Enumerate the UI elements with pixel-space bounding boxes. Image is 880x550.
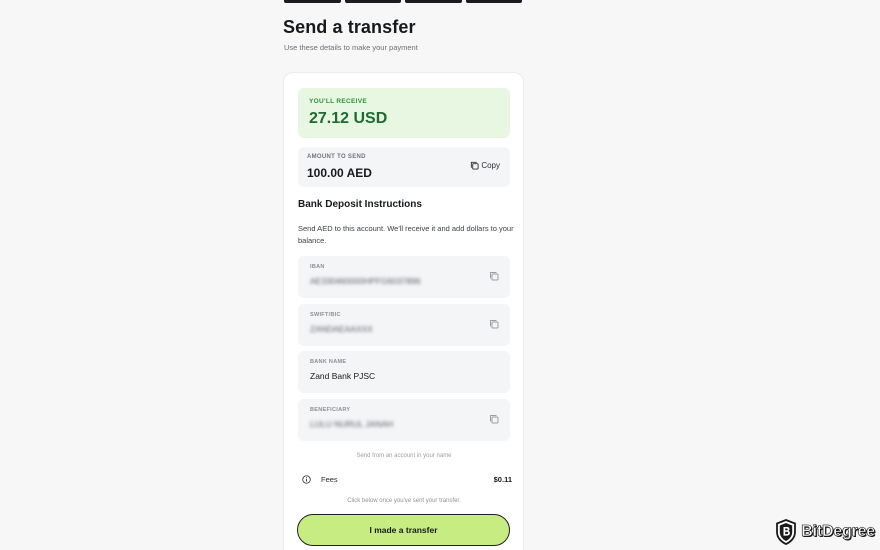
copy-icon	[471, 161, 479, 170]
swift-field: SWIFT/BIC ZANDAEAAXXX	[298, 304, 510, 346]
made-transfer-button[interactable]: I made a transfer	[297, 514, 510, 546]
swift-value: ZANDAEAAXXX	[310, 324, 373, 334]
progress-step	[405, 0, 462, 3]
watermark: BitDegree	[775, 519, 875, 545]
send-from-note: Send from an account in your name	[356, 453, 452, 459]
progress-step	[284, 0, 341, 3]
transfer-card: YOU'LL RECEIVE 27.12 USD AMOUNT TO SEND …	[283, 72, 524, 550]
copy-icon[interactable]	[489, 414, 499, 424]
receive-label: YOU'LL RECEIVE	[309, 98, 367, 105]
click-below-note: Click below once you've sent your transf…	[347, 498, 461, 504]
page-subtitle: Use these details to make your payment	[284, 43, 418, 52]
watermark-text: BitDegree	[801, 523, 876, 541]
progress-steps	[284, 0, 522, 3]
page-title: Send a transfer	[283, 17, 416, 37]
iban-label: IBAN	[310, 264, 325, 270]
amount-value: 100.00 AED	[307, 166, 372, 180]
fees-row: Fees $0.11	[302, 472, 512, 486]
beneficiary-label: BENEFICIARY	[310, 407, 351, 413]
amount-label: AMOUNT TO SEND	[307, 154, 366, 160]
swift-label: SWIFT/BIC	[310, 312, 341, 318]
beneficiary-value: LULU NURUL JANAH	[310, 419, 394, 429]
fees-label: Fees	[321, 474, 338, 484]
copy-icon[interactable]	[489, 271, 499, 281]
fees-amount: $0.11	[493, 474, 512, 484]
beneficiary-field: BENEFICIARY LULU NURUL JANAH	[298, 399, 510, 441]
instructions-text: Send AED to this account. We'll receive …	[298, 224, 514, 245]
amount-box: AMOUNT TO SEND 100.00 AED Copy	[298, 147, 510, 187]
bitdegree-logo-icon	[776, 519, 797, 545]
copy-amount-button[interactable]: Copy	[470, 161, 500, 170]
bank-name-field: BANK NAME Zand Bank PJSC	[298, 351, 510, 393]
iban-field: IBAN AE330460000HPFG6037896	[298, 256, 510, 298]
copy-icon[interactable]	[489, 319, 499, 329]
bank-name-label: BANK NAME	[310, 359, 347, 365]
receive-box: YOU'LL RECEIVE 27.12 USD	[298, 88, 510, 138]
copy-label: Copy	[481, 161, 500, 170]
progress-step	[465, 0, 522, 3]
receive-value: 27.12 USD	[309, 110, 388, 127]
bank-name-value: Zand Bank PJSC	[310, 371, 376, 381]
progress-step	[344, 0, 401, 3]
iban-value: AE330460000HPFG6037896	[310, 276, 421, 286]
info-icon[interactable]	[302, 474, 311, 484]
instructions-title: Bank Deposit Instructions	[298, 199, 422, 210]
